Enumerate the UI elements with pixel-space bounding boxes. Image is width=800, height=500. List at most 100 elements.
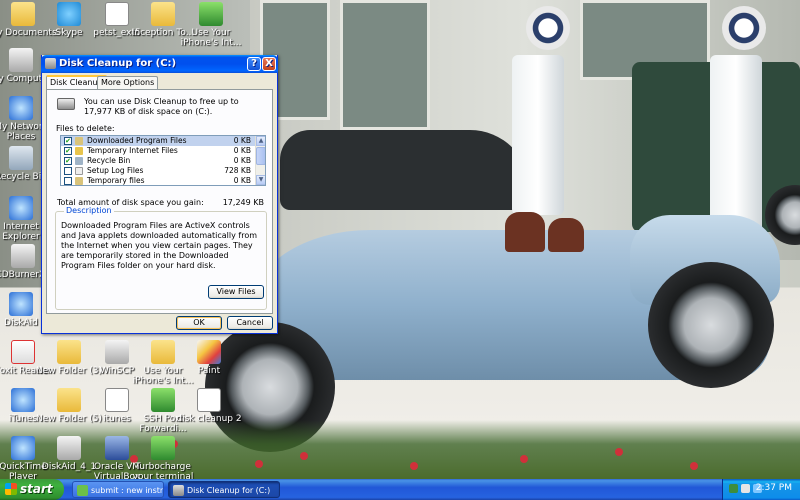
task-label: Disk Cleanup for (C:) <box>187 486 271 495</box>
list-scrollbar[interactable]: ▲ ▼ <box>255 136 265 185</box>
dialog-titlebar[interactable]: Disk Cleanup for (C:) ? X <box>41 55 278 73</box>
files-label: Files to delete: <box>56 124 115 133</box>
volume-tray-icon[interactable] <box>741 484 750 493</box>
folder-icon <box>75 137 83 145</box>
view-files-button[interactable]: View Files <box>208 285 264 299</box>
folder-icon <box>75 177 83 185</box>
icon-label: Recycle Bin <box>0 172 47 182</box>
icon-label: Turbocharge your terminal <box>132 462 194 479</box>
network-tray-icon[interactable] <box>729 484 738 493</box>
desktop-icon-paint[interactable]: Paint <box>172 340 246 376</box>
wallpaper-flower <box>410 462 418 470</box>
cancel-button[interactable]: Cancel <box>227 316 273 330</box>
lock-icon <box>75 147 83 155</box>
icon-label: Internet Explorer <box>2 222 40 242</box>
file-name: Setup Log Files <box>87 166 144 175</box>
description-text: Downloaded Program Files are ActiveX con… <box>61 221 258 270</box>
file-size: 0 KB <box>233 176 251 185</box>
ok-button[interactable]: OK <box>176 316 222 330</box>
checkbox[interactable] <box>64 177 72 185</box>
start-button[interactable]: start <box>0 479 64 500</box>
system-tray: 2:37 PM <box>722 479 800 500</box>
tab-more-options[interactable]: More Options <box>97 76 159 90</box>
file-name: Temporary files <box>87 176 145 185</box>
checkbox[interactable]: ✔ <box>64 147 72 155</box>
scroll-down-icon[interactable]: ▼ <box>256 175 265 185</box>
start-label: start <box>20 482 53 496</box>
icon-label: DiskAid <box>4 318 38 328</box>
file-name: Recycle Bin <box>87 156 131 165</box>
disk-cleanup-dialog: Disk Cleanup for (C:) ? X Disk Cleanup M… <box>41 55 278 334</box>
help-button[interactable]: ? <box>247 57 261 71</box>
description-legend: Description <box>64 206 114 215</box>
scroll-up-icon[interactable]: ▲ <box>256 136 265 146</box>
wallpaper-wheel <box>648 262 774 388</box>
list-item[interactable]: Temporary files 0 KB <box>61 176 265 185</box>
list-item[interactable]: Setup Log Files 728 KB <box>61 166 265 176</box>
internet-explorer-icon <box>9 196 33 220</box>
icon-label: disk cleanup 2 <box>176 414 242 424</box>
checkbox[interactable]: ✔ <box>64 137 72 145</box>
file-name: Downloaded Program Files <box>87 136 187 145</box>
windows-logo-icon <box>5 483 17 495</box>
wallpaper-pump-globe <box>722 6 766 50</box>
disk-cleanup-icon <box>45 58 56 69</box>
terminal-icon <box>151 436 175 460</box>
folder-icon <box>57 340 81 364</box>
terminal-icon <box>77 485 88 496</box>
file-name: Temporary Internet Files <box>87 146 178 155</box>
recycle-bin-icon <box>9 146 33 170</box>
taskbar: start submit : new instruct... Disk Clea… <box>0 479 800 500</box>
recycle-bin-icon <box>75 157 83 165</box>
close-button[interactable]: X <box>262 57 276 71</box>
clock[interactable]: 2:37 PM <box>756 483 792 493</box>
scroll-thumb[interactable] <box>256 147 265 165</box>
taskbar-item-disk-cleanup[interactable]: Disk Cleanup for (C:) <box>168 481 280 498</box>
file-size: 0 KB <box>233 156 251 165</box>
wallpaper-flower <box>520 455 528 463</box>
total-value: 17,249 KB <box>222 198 264 207</box>
icon-label: Use Your iPhone's Int... <box>180 28 242 48</box>
diskaid-icon <box>57 436 81 460</box>
cdburner-icon <box>11 244 35 268</box>
paint-icon <box>197 340 221 364</box>
diskaid-icon <box>9 292 33 316</box>
icon-label: Paint <box>197 366 221 376</box>
computer-icon <box>9 48 33 72</box>
file-size: 0 KB <box>233 136 251 145</box>
folder-icon <box>151 2 175 26</box>
desktop-icon-disk-cleanup-2[interactable]: disk cleanup 2 <box>172 388 246 424</box>
wallpaper-flower <box>615 448 623 456</box>
wallpaper-seat <box>505 212 545 252</box>
wallpaper-pump-globe <box>526 6 570 50</box>
list-item[interactable]: ✔ Temporary Internet Files 0 KB <box>61 146 265 156</box>
file-icon <box>75 167 83 175</box>
folder-icon <box>57 388 81 412</box>
file-size: 0 KB <box>233 146 251 155</box>
description-group: Description Downloaded Program Files are… <box>55 206 267 310</box>
wallpaper-flower <box>300 452 308 460</box>
wallpaper-gas-pump <box>512 55 564 215</box>
files-to-delete-list[interactable]: ✔ Downloaded Program Files 0 KB ✔ Tempor… <box>60 135 266 186</box>
list-item[interactable]: ✔ Recycle Bin 0 KB <box>61 156 265 166</box>
checkbox[interactable] <box>64 167 72 175</box>
network-icon <box>9 96 33 120</box>
file-size: 728 KB <box>224 166 251 175</box>
dialog-title: Disk Cleanup for (C:) <box>59 58 177 69</box>
icon-label: Skype <box>55 28 83 38</box>
list-item[interactable]: ✔ Downloaded Program Files 0 KB <box>61 136 265 146</box>
disk-cleanup-icon <box>173 485 184 496</box>
drive-icon <box>57 98 75 110</box>
checkbox[interactable]: ✔ <box>64 157 72 165</box>
intro-text: You can use Disk Cleanup to free up to 1… <box>84 97 239 116</box>
skype-icon <box>57 2 81 26</box>
taskbar-item-submit[interactable]: submit : new instruct... <box>72 481 164 498</box>
wallpaper-flower <box>690 462 698 470</box>
desktop-icon-use-iphone-top[interactable]: Use Your iPhone's Int... <box>174 2 248 48</box>
tab-panel: You can use Disk Cleanup to free up to 1… <box>46 89 273 314</box>
desktop-icon-turbocharge[interactable]: Turbocharge your terminal <box>126 436 200 479</box>
wallpaper-old-car <box>280 130 530 210</box>
wallpaper-window <box>340 0 430 130</box>
wallpaper-flower <box>255 460 263 468</box>
wallpaper-seat <box>548 218 584 252</box>
